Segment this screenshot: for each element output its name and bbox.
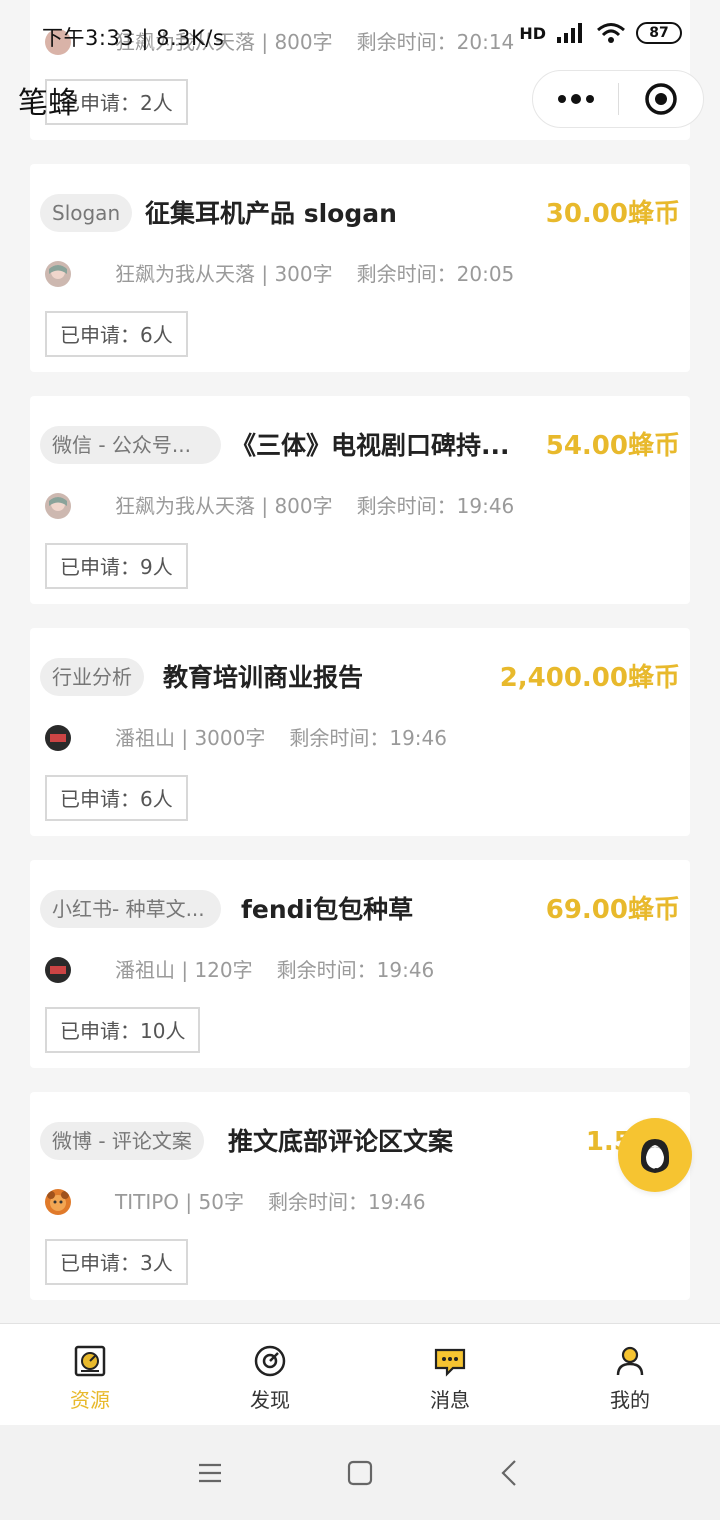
task-card[interactable]: 微信 - 公众号... 《三体》电视剧口碑持... 54.00蜂币 狂飙为我从天… <box>30 396 690 604</box>
signal-icon <box>557 23 582 43</box>
system-navigation-bar <box>0 1425 720 1520</box>
author-name: 狂飙为我从天落 <box>115 494 255 518</box>
task-price: 69.00蜂币 <box>545 895 680 925</box>
remaining-label: 剩余时间： <box>267 1190 368 1214</box>
wifi-icon <box>597 23 625 43</box>
battery-icon: 87 <box>636 22 682 44</box>
category-tag: Slogan <box>40 194 133 232</box>
tab-label: 资源 <box>70 1388 110 1412</box>
word-count: 120字 <box>194 958 253 982</box>
applied-count: 已申请：9人 <box>45 543 188 589</box>
word-count: 800字 <box>274 494 333 518</box>
bottom-tab-bar: 资源 发现 消息 我的 <box>0 1323 720 1425</box>
task-meta: 潘祖山 | 3000字 剩余时间：19:46 <box>115 726 447 750</box>
author-avatar <box>45 957 71 983</box>
category-tag: 微博 - 评论文案 <box>40 1122 204 1160</box>
app-title: 笔蜂 <box>18 86 78 121</box>
applied-count: 已申请：6人 <box>45 311 188 357</box>
close-mini-program-button[interactable] <box>619 71 703 127</box>
message-icon <box>434 1348 466 1377</box>
task-title: 推文底部评论区文案 <box>228 1127 454 1156</box>
resource-icon <box>74 1345 106 1377</box>
tab-label: 消息 <box>430 1388 470 1412</box>
task-card[interactable]: 微博 - 评论文案 推文底部评论区文案 1.50 TITIPO | 50字 剩余时… <box>30 1092 690 1300</box>
task-title: 《三体》电视剧口碑持... <box>231 431 510 460</box>
tab-messages[interactable]: 消息 <box>360 1324 540 1425</box>
remaining-time: 20:05 <box>456 262 515 286</box>
applied-count: 已申请：3人 <box>45 1239 188 1285</box>
task-price: 2,400.00蜂币 <box>499 663 680 693</box>
word-count: 3000字 <box>194 726 266 750</box>
applied-count: 已申请：6人 <box>45 775 188 821</box>
profile-icon <box>616 1346 644 1376</box>
applied-count: 已申请：10人 <box>45 1007 201 1053</box>
remaining-label: 剩余时间： <box>276 958 377 982</box>
remaining-label: 剩余时间： <box>356 494 457 518</box>
status-time-network: 下午3:33 | 8.3K/s <box>42 26 225 50</box>
author-avatar <box>45 1189 71 1215</box>
task-price: 30.00蜂币 <box>545 199 680 229</box>
task-meta: 狂飙为我从天落 | 800字 剩余时间：19:46 <box>115 494 515 518</box>
more-menu-button[interactable] <box>533 71 618 127</box>
remaining-time: 19:46 <box>456 494 515 518</box>
task-card[interactable]: 行业分析 教育培训商业报告 2,400.00蜂币 潘祖山 | 3000字 剩余时间… <box>30 628 690 836</box>
more-dots-icon <box>557 94 594 104</box>
task-card[interactable]: 小红书- 种草文... fendi包包种草 69.00蜂币 潘祖山 | 120字… <box>30 860 690 1068</box>
discover-icon <box>254 1345 286 1377</box>
home-icon[interactable] <box>340 1453 380 1493</box>
remaining-label: 剩余时间： <box>356 262 457 286</box>
author-avatar <box>45 261 71 287</box>
task-card[interactable]: Slogan 征集耳机产品 slogan 30.00蜂币 狂飙为我从天落 | 3… <box>30 164 690 372</box>
word-count: 300字 <box>274 262 333 286</box>
tab-label: 我的 <box>610 1388 650 1412</box>
remaining-time: 19:46 <box>367 1190 426 1214</box>
back-icon[interactable] <box>490 1453 530 1493</box>
tab-resources[interactable]: 资源 <box>0 1324 180 1425</box>
hd-label: HD <box>519 23 546 43</box>
customer-service-button[interactable] <box>618 1118 692 1192</box>
author-name: 狂飙为我从天落 <box>115 262 255 286</box>
category-tag: 行业分析 <box>40 658 144 696</box>
task-meta: 潘祖山 | 120字 剩余时间：19:46 <box>115 958 435 982</box>
mini-program-capsule <box>532 70 704 128</box>
tab-discover[interactable]: 发现 <box>180 1324 360 1425</box>
author-avatar <box>45 493 71 519</box>
menu-icon[interactable] <box>190 1453 230 1493</box>
author-name: 潘祖山 <box>115 726 175 750</box>
tab-profile[interactable]: 我的 <box>540 1324 720 1425</box>
author-name: TITIPO <box>115 1190 180 1214</box>
task-price: 54.00蜂币 <box>545 431 680 461</box>
category-tag: 小红书- 种草文... <box>40 890 221 928</box>
target-icon <box>645 83 677 115</box>
tab-label: 发现 <box>250 1388 290 1412</box>
task-meta: TITIPO | 50字 剩余时间：19:46 <box>115 1190 426 1214</box>
task-meta: 狂飙为我从天落 | 300字 剩余时间：20:05 <box>115 262 515 286</box>
remaining-time: 19:46 <box>389 726 447 750</box>
author-name: 潘祖山 <box>115 958 175 982</box>
task-title: fendi包包种草 <box>241 895 414 924</box>
status-bar: 下午3:33 | 8.3K/s HD 87 <box>0 0 720 72</box>
category-tag: 微信 - 公众号... <box>40 426 221 464</box>
remaining-label: 剩余时间： <box>289 726 390 750</box>
customer-service-icon <box>641 1139 669 1173</box>
author-avatar <box>45 725 71 751</box>
task-title: 征集耳机产品 slogan <box>145 199 397 228</box>
word-count: 50字 <box>198 1190 244 1214</box>
remaining-time: 19:46 <box>376 958 435 982</box>
task-title: 教育培训商业报告 <box>163 663 364 692</box>
